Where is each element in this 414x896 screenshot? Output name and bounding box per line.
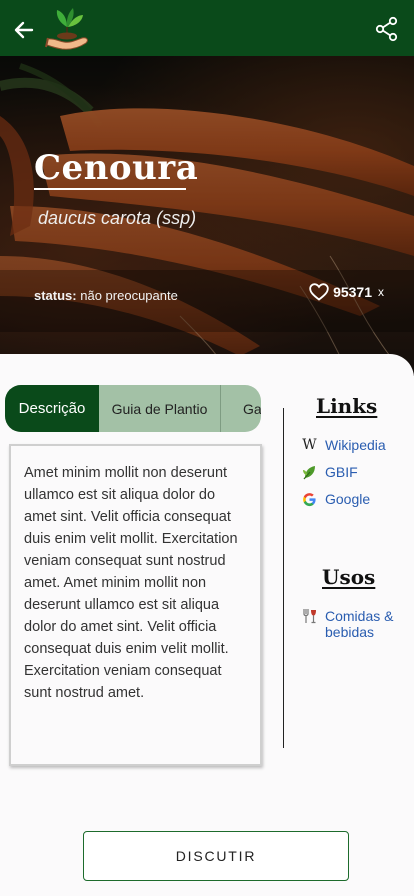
links-heading: Links [316,394,378,418]
plant-detail-screen: Cenoura daucus carota (ssp) status: não … [0,0,414,896]
top-app-bar [0,0,414,56]
google-icon [302,491,317,507]
wikipedia-icon: W [302,437,317,453]
info-tabs: Descrição Guia de Plantio Ga [5,385,261,432]
uso-comidas-bebidas[interactable]: Comidas & bebidas [302,608,405,640]
link-wikipedia[interactable]: W Wikipedia [302,437,386,453]
gbif-leaf-icon [302,464,317,480]
food-drink-icon [302,608,317,624]
description-card: Amet minim mollit non deserunt ullamco e… [9,444,262,766]
tab-ga[interactable]: Ga [221,385,261,432]
status-label: status: [34,288,77,303]
discutir-button[interactable]: DISCUTIR [83,831,349,881]
likes-count: 95371 [333,284,372,300]
tab-descricao[interactable]: Descrição [5,385,99,432]
vertical-divider [283,408,284,748]
conservation-status: status: não preocupante [34,288,178,303]
usos-heading: Usos [322,565,376,589]
share-icon[interactable] [374,16,400,42]
status-value: não preocupante [80,288,178,303]
hero-image: Cenoura daucus carota (ssp) status: não … [0,56,414,376]
description-text: Amet minim mollit non deserunt ullamco e… [24,465,238,701]
likes-unit: x [378,285,384,299]
link-label: Comidas & bebidas [325,608,394,640]
back-arrow-icon[interactable] [10,16,38,44]
link-gbif[interactable]: GBIF [302,464,358,480]
scientific-name: daucus carota (ssp) [38,208,197,228]
link-label: Google [325,491,371,507]
heart-icon [309,283,329,301]
link-label: GBIF [325,464,358,480]
like-button[interactable]: 95371 x [309,283,384,301]
link-google[interactable]: Google [302,491,370,507]
plant-name-title: Cenoura [34,148,199,188]
app-logo-hand-plant-icon [42,3,92,53]
link-label: Wikipedia [325,437,386,453]
title-underline [34,188,186,190]
tab-guia-de-plantio[interactable]: Guia de Plantio [99,385,221,432]
